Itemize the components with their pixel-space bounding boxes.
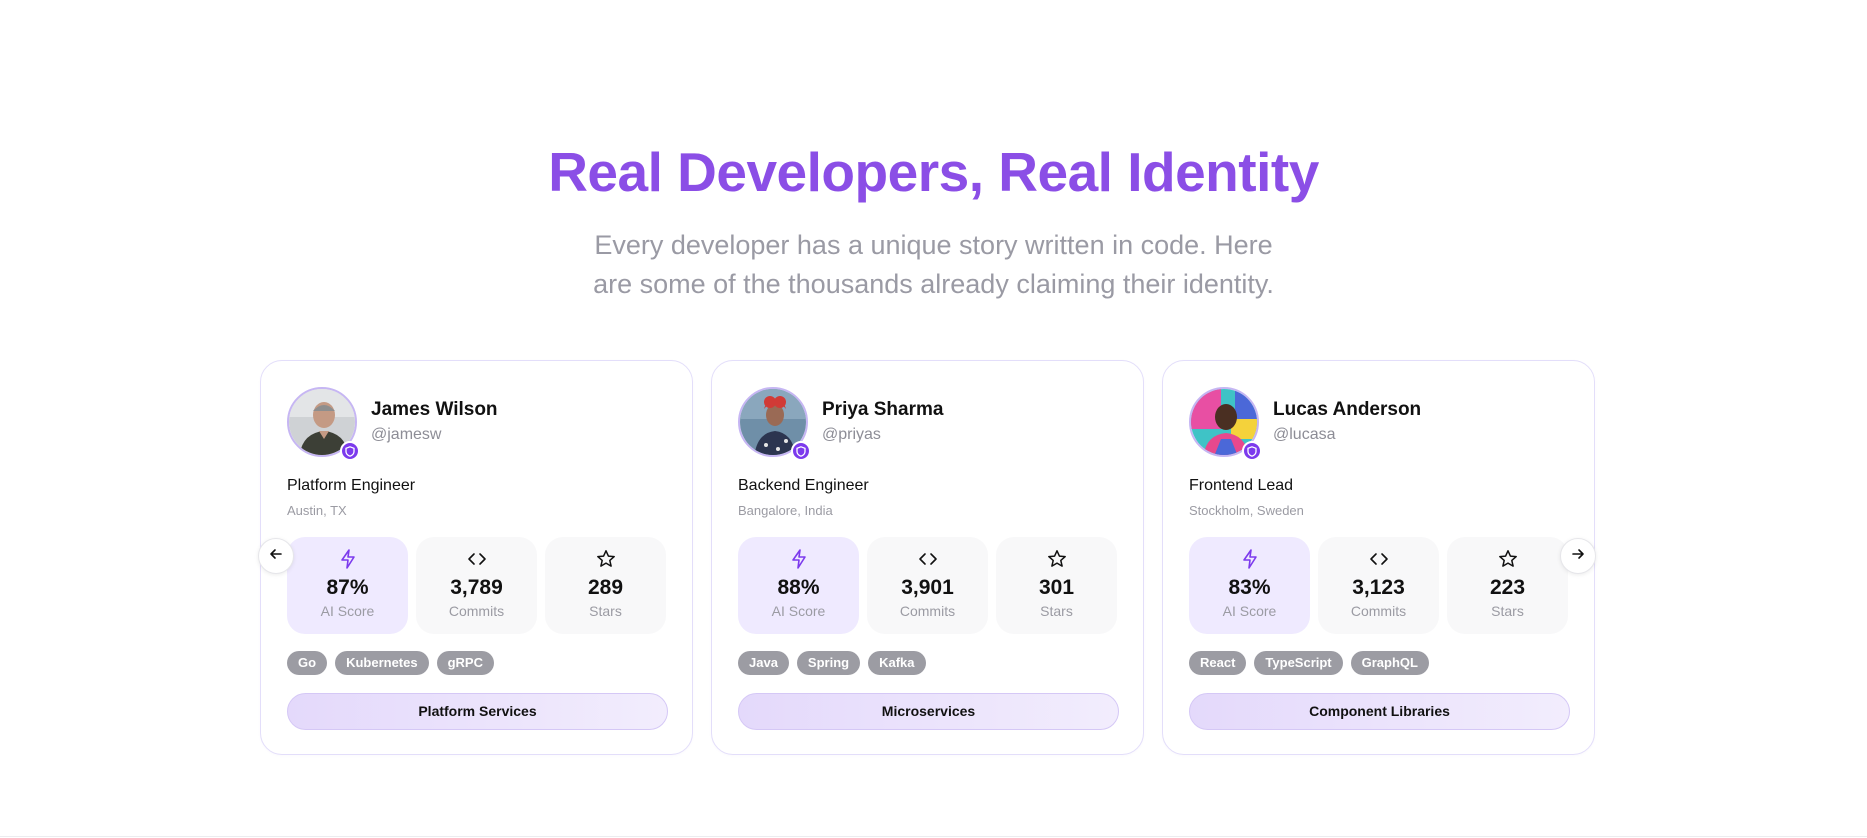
carousel-prev-button[interactable] <box>258 538 294 574</box>
developer-handle: @lucasa <box>1273 426 1336 443</box>
code-icon <box>867 549 988 569</box>
stat-value: 87% <box>326 576 369 599</box>
project-button[interactable]: Component Libraries <box>1189 693 1570 730</box>
stat-label: AI Score <box>771 603 826 619</box>
developer-name: Priya Sharma <box>822 399 944 420</box>
star-icon <box>545 549 666 569</box>
stat-value: 83% <box>1228 576 1271 599</box>
skill-tag: GraphQL <box>1350 651 1429 675</box>
skill-tag: Spring <box>796 651 861 675</box>
skill-tags: Go Kubernetes gRPC <box>287 651 494 675</box>
skill-tag: Kubernetes <box>335 651 429 675</box>
skill-tag: React <box>1189 651 1247 675</box>
skill-tag: Kafka <box>868 651 926 675</box>
developer-card-lucas-anderson[interactable]: Lucas Anderson @lucasa Frontend Lead Sto… <box>1162 360 1595 755</box>
stat-value: 223 <box>1489 576 1526 599</box>
stat-label: Commits <box>1350 603 1407 619</box>
section-title: Real Developers, Real Identity <box>548 141 1319 203</box>
stat-ai-score: 88% AI Score <box>738 537 859 634</box>
stat-value: 3,789 <box>450 576 503 599</box>
stat-ai-score: 87% AI Score <box>287 537 408 634</box>
skill-tag: gRPC <box>436 651 494 675</box>
stat-label: Commits <box>899 603 956 619</box>
stat-commits: 3,789 Commits <box>416 537 537 634</box>
stat-label: AI Score <box>320 603 375 619</box>
skill-tag: Java <box>738 651 789 675</box>
developer-role: Backend Engineer <box>738 477 869 494</box>
stat-value: 3,901 <box>901 576 954 599</box>
stat-stars: 289 Stars <box>545 537 666 634</box>
verified-badge-icon <box>340 441 360 461</box>
developer-name: James Wilson <box>371 399 498 420</box>
section-subtitle: Every developer has a unique story writt… <box>560 226 1307 304</box>
skill-tags: React TypeScript GraphQL <box>1189 651 1429 675</box>
subtitle-line-1: Every developer has a unique story writt… <box>594 230 1273 260</box>
developer-cards-carousel: James Wilson @jamesw Platform Engineer A… <box>260 360 1596 755</box>
developer-showcase-section: Real Developers, Real Identity Every dev… <box>0 0 1867 838</box>
stat-commits: 3,901 Commits <box>867 537 988 634</box>
subtitle-line-2: are some of the thousands already claimi… <box>593 269 1274 299</box>
project-button[interactable]: Platform Services <box>287 693 668 730</box>
stat-stars: 301 Stars <box>996 537 1117 634</box>
verified-badge-icon <box>791 441 811 461</box>
section-divider <box>0 836 1867 837</box>
developer-location: Stockholm, Sweden <box>1189 503 1304 518</box>
verified-badge-icon <box>1242 441 1262 461</box>
developer-card-priya-sharma[interactable]: Priya Sharma @priyas Backend Engineer Ba… <box>711 360 1144 755</box>
stat-value: 3,123 <box>1352 576 1405 599</box>
skill-tag: TypeScript <box>1254 651 1343 675</box>
stat-label: AI Score <box>1222 603 1277 619</box>
developer-card-james-wilson[interactable]: James Wilson @jamesw Platform Engineer A… <box>260 360 693 755</box>
arrow-right-icon <box>1570 546 1586 567</box>
stat-value: 301 <box>1038 576 1075 599</box>
stat-label: Stars <box>589 603 622 619</box>
stat-stars: 223 Stars <box>1447 537 1568 634</box>
developer-role: Platform Engineer <box>287 477 416 494</box>
code-icon <box>416 549 537 569</box>
developer-handle: @jamesw <box>371 426 442 443</box>
skill-tag: Go <box>287 651 328 675</box>
arrow-left-icon <box>268 546 284 567</box>
stat-ai-score: 83% AI Score <box>1189 537 1310 634</box>
lightning-icon <box>287 549 408 569</box>
stat-commits: 3,123 Commits <box>1318 537 1439 634</box>
star-icon <box>1447 549 1568 569</box>
star-icon <box>996 549 1117 569</box>
developer-handle: @priyas <box>822 426 881 443</box>
lightning-icon <box>738 549 859 569</box>
stat-value: 289 <box>587 576 624 599</box>
carousel-next-button[interactable] <box>1560 538 1596 574</box>
project-button[interactable]: Microservices <box>738 693 1119 730</box>
developer-location: Austin, TX <box>287 503 347 518</box>
lightning-icon <box>1189 549 1310 569</box>
stat-label: Stars <box>1040 603 1073 619</box>
stat-value: 88% <box>777 576 820 599</box>
stat-label: Stars <box>1491 603 1524 619</box>
developer-name: Lucas Anderson <box>1273 399 1422 420</box>
skill-tags: Java Spring Kafka <box>738 651 926 675</box>
stat-label: Commits <box>448 603 505 619</box>
developer-location: Bangalore, India <box>738 503 833 518</box>
developer-role: Frontend Lead <box>1189 477 1294 494</box>
code-icon <box>1318 549 1439 569</box>
